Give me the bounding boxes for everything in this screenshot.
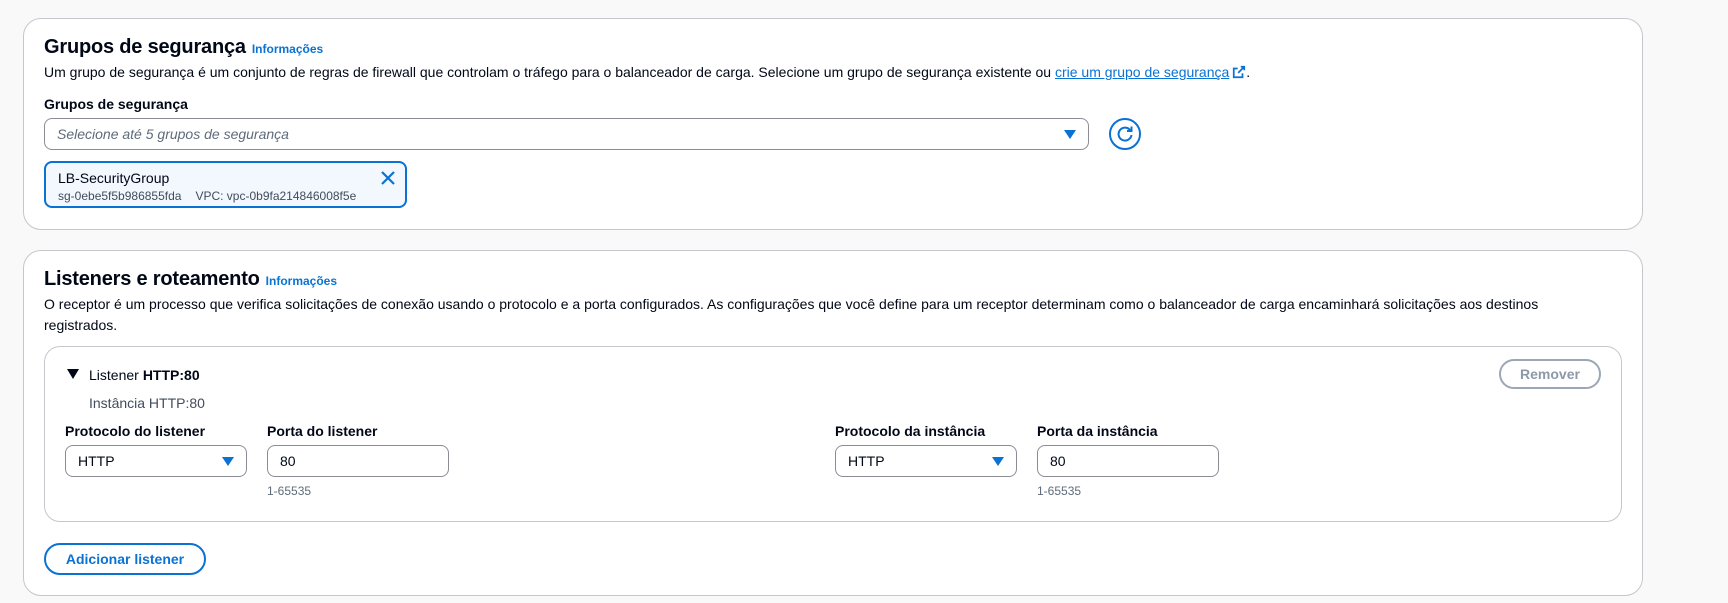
- instance-protocol-label: Protocolo da instância: [835, 423, 986, 439]
- security-group-token: LB-SecurityGroup sg-0ebe5f5b986855fda VPC…: [44, 161, 407, 208]
- security-groups-title: Grupos de segurança: [44, 36, 246, 58]
- listener-port-label: Porta do listener: [267, 423, 378, 439]
- listener-protocol-value: HTTP: [78, 453, 115, 469]
- instance-port-value: 80: [1050, 453, 1066, 469]
- external-link-icon: [1233, 65, 1246, 79]
- create-security-group-link-text: crie um grupo de segurança: [1054, 64, 1230, 80]
- security-groups-field-label: Grupos de segurança: [44, 96, 188, 112]
- create-security-group-link[interactable]: crie um grupo de segurança: [1055, 64, 1246, 80]
- caret-down-icon: [222, 457, 234, 466]
- close-icon[interactable]: [380, 170, 396, 186]
- caret-down-icon: [992, 457, 1004, 466]
- listeners-description: O receptor é um processo que verifica so…: [44, 296, 1539, 333]
- listener-protocol-label: Protocolo do listener: [65, 423, 206, 439]
- listeners-info-link[interactable]: Informações: [266, 274, 337, 288]
- security-group-token-id: sg-0ebe5f5b986855fda: [58, 189, 182, 203]
- instance-port-constraint: 1-65535: [1037, 484, 1082, 498]
- security-groups-description: Um grupo de segurança é um conjunto de r…: [44, 62, 1624, 83]
- security-groups-description-suffix: .: [1246, 64, 1251, 80]
- listener-title-value: HTTP:80: [142, 367, 200, 383]
- listeners-title: Listeners e roteamento: [44, 268, 260, 290]
- refresh-button[interactable]: [1109, 118, 1141, 150]
- expand-caret-icon[interactable]: [67, 369, 79, 379]
- listeners-panel: Listeners e roteamento Informações O rece…: [23, 250, 1643, 596]
- add-listener-button[interactable]: Adicionar listener: [44, 543, 206, 575]
- instance-protocol-select[interactable]: HTTP: [835, 445, 1017, 477]
- security-groups-panel: Grupos de segurança Informações Um grupo …: [23, 18, 1643, 230]
- security-group-token-vpc: VPC: vpc-0b9fa214846008f5e: [195, 189, 357, 203]
- instance-port-label: Porta da instância: [1037, 423, 1158, 439]
- security-group-token-name: LB-SecurityGroup: [58, 170, 170, 186]
- security-groups-select-placeholder: Selecione até 5 grupos de segurança: [57, 126, 289, 142]
- listener-port-constraint: 1-65535: [267, 484, 312, 498]
- security-groups-heading: Grupos de segurança Informações: [44, 36, 323, 59]
- security-groups-description-text: Um grupo de segurança é um conjunto de r…: [44, 64, 1055, 80]
- listener-title-prefix: Listener: [89, 367, 139, 383]
- listener-subtitle: Instância HTTP:80: [89, 395, 205, 411]
- listener-port-input[interactable]: 80: [267, 445, 449, 477]
- listener-title: Listener HTTP:80: [89, 367, 200, 383]
- listeners-heading: Listeners e roteamento Informações: [44, 268, 337, 291]
- listener-container: Listener HTTP:80 Instância HTTP:80 Remove…: [44, 346, 1622, 522]
- security-groups-select[interactable]: Selecione até 5 grupos de segurança: [44, 118, 1089, 150]
- refresh-icon: [1117, 126, 1133, 142]
- security-group-token-meta: sg-0ebe5f5b986855fda VPC: vpc-0b9fa214846…: [58, 189, 356, 203]
- instance-protocol-value: HTTP: [848, 453, 885, 469]
- caret-down-icon: [1064, 130, 1076, 139]
- instance-port-input[interactable]: 80: [1037, 445, 1219, 477]
- listener-port-value: 80: [280, 453, 296, 469]
- security-groups-info-link[interactable]: Informações: [252, 42, 323, 56]
- remove-button[interactable]: Remover: [1499, 359, 1601, 389]
- listener-protocol-select[interactable]: HTTP: [65, 445, 247, 477]
